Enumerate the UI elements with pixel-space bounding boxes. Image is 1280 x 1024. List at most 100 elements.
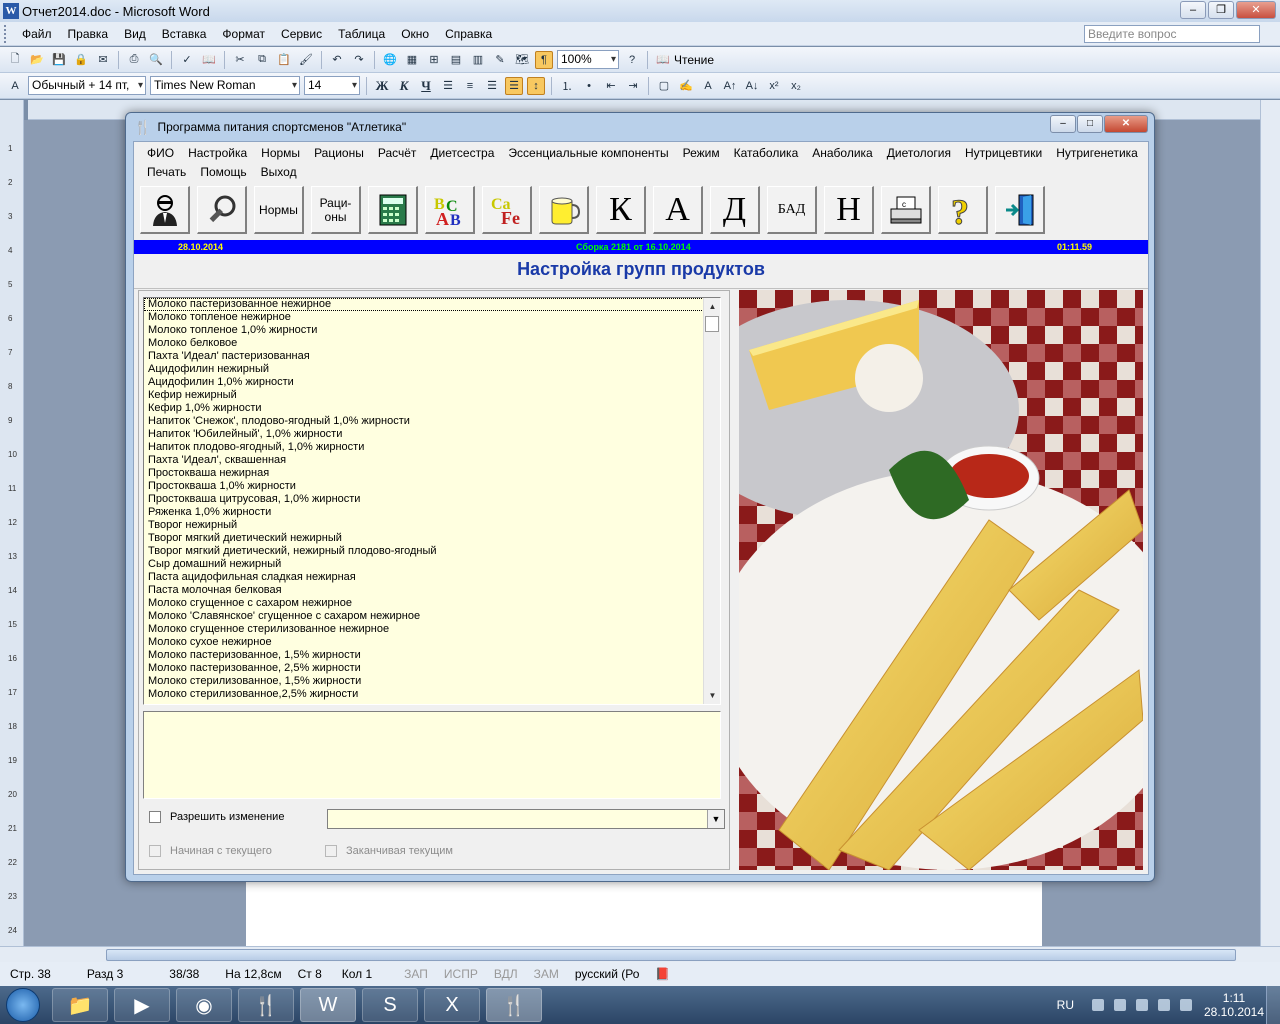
menu-anabolics[interactable]: Анаболика [805,144,879,163]
columns-icon[interactable]: ▥ [469,51,487,69]
menu-insert[interactable]: Вставка [154,27,215,41]
product-list-item[interactable]: Творог нежирный [144,519,704,532]
nutrigenetics-n-button[interactable]: Н [824,186,874,234]
status-ext[interactable]: ВДЛ [494,967,518,981]
rations-button[interactable]: Раци- оны [311,186,361,234]
drinks-button[interactable] [539,186,589,234]
menu-table[interactable]: Таблица [330,27,393,41]
product-list-item[interactable]: Молоко пастеризованное, 1,5% жирности [144,649,704,662]
menu-window[interactable]: Окно [393,27,437,41]
permission-icon[interactable]: 🔒 [72,51,90,69]
word-app-icon[interactable]: W [3,3,19,19]
style-combo[interactable]: Обычный + 14 пт, [28,76,146,95]
menu-nutraceuticals[interactable]: Нутрицевтики [958,144,1049,163]
paste-icon[interactable]: 📋 [275,51,293,69]
explorer-taskbar-icon[interactable]: 📁 [52,988,108,1022]
print-preview-icon[interactable]: 🔍 [147,51,165,69]
menu-dietitian[interactable]: Диетсестра [423,144,501,163]
format-painter-icon[interactable]: 🖌 [297,51,315,69]
menu-settings[interactable]: Настройка [181,144,254,163]
bullets-icon[interactable]: • [580,77,598,95]
scroll-up-icon[interactable]: ▲ [704,298,720,315]
superscript-icon[interactable]: x² [765,77,783,95]
product-list-item[interactable]: Молоко сгущенное с сахаром нежирное [144,597,704,610]
grow-font-icon[interactable]: A↑ [721,77,739,95]
insert-excel-icon[interactable]: ▤ [447,51,465,69]
product-list-item[interactable]: Простокваша нежирная [144,467,704,480]
product-list-item[interactable]: Молоко пастеризованное нежирное [144,298,704,311]
close-button[interactable]: ✕ [1236,1,1276,19]
document-horizontal-scrollbar[interactable] [0,946,1280,962]
spelling-icon[interactable]: ✓ [178,51,196,69]
close-button[interactable]: ✕ [1104,115,1148,133]
calculator-button[interactable] [368,186,418,234]
dietology-d-button[interactable]: Д [710,186,760,234]
menu-regime[interactable]: Режим [676,144,727,163]
font-color-icon[interactable]: A [699,77,717,95]
highlight-icon[interactable]: ✍ [677,77,695,95]
open-icon[interactable]: 📂 [28,51,46,69]
product-list-item[interactable]: Пахта 'Идеал' пастеризованная [144,350,704,363]
minerals-button[interactable]: Ca Fe [482,186,532,234]
help-icon[interactable]: ? [623,51,641,69]
scroll-down-icon[interactable]: ▼ [704,687,720,704]
bold-button[interactable]: Ж [373,77,391,95]
show-formatting-icon[interactable]: ¶ [535,50,553,69]
print-icon[interactable]: ⎙ [125,51,143,69]
product-list-item[interactable]: Ацидофилин 1,0% жирности [144,376,704,389]
menu-view[interactable]: Вид [116,27,154,41]
align-right-icon[interactable]: ☰ [483,77,501,95]
to-current-checkbox[interactable]: Заканчивая текущим [325,845,453,857]
menu-essential-components[interactable]: Эссенциальные компоненты [501,144,675,163]
tray-volume-icon[interactable] [1180,999,1192,1011]
font-size-combo[interactable]: 14 [304,76,360,95]
zoom-combo[interactable]: 100% [557,50,619,69]
menu-dietology[interactable]: Диетология [880,144,958,163]
product-memo[interactable] [143,711,721,799]
insert-table-icon[interactable]: ⊞ [425,51,443,69]
tray-expand-icon[interactable] [1092,999,1104,1011]
menu-exit[interactable]: Выход [254,163,304,182]
product-list-item[interactable]: Молоко стерилизованное, 1,5% жирности [144,675,704,688]
menu-file[interactable]: Файл [14,27,60,41]
scroll-thumb[interactable] [705,316,719,332]
increase-indent-icon[interactable]: ⇥ [624,77,642,95]
justify-icon[interactable]: ☰ [505,76,523,95]
reading-button[interactable]: Чтение [674,53,714,67]
person-button[interactable] [140,186,190,234]
research-icon[interactable]: 📖 [200,51,218,69]
underline-button[interactable]: Ч [417,77,435,95]
skype-taskbar-icon[interactable]: S [362,988,418,1022]
document-vertical-scrollbar[interactable] [1260,100,1280,946]
hyperlink-icon[interactable]: 🌐 [381,51,399,69]
menu-tools[interactable]: Сервис [273,27,330,41]
ask-question-input[interactable]: Введите вопрос [1084,25,1260,43]
copy-icon[interactable]: ⧉ [253,51,271,69]
product-list-item[interactable]: Молоко белковое [144,337,704,350]
product-list-item[interactable]: Ряженка 1,0% жирности [144,506,704,519]
product-list-item[interactable]: Творог мягкий диетический, нежирный плод… [144,545,704,558]
allow-change-checkbox[interactable]: Разрешить изменение [149,811,284,823]
checkbox-box[interactable] [149,811,161,823]
menu-fio[interactable]: ФИО [140,144,181,163]
product-list-item[interactable]: Молоко стерилизованное,2,5% жирности [144,688,704,701]
line-spacing-icon[interactable]: ↕ [527,76,545,95]
athletica-taskbar-icon[interactable]: 🍴 [238,988,294,1022]
word-taskbar-icon[interactable]: W [300,988,356,1022]
checkbox-box[interactable] [149,845,161,857]
tray-app-icon[interactable] [1114,999,1126,1011]
product-list-item[interactable]: Ацидофилин нежирный [144,363,704,376]
new-document-icon[interactable]: 🗋 [6,51,24,69]
product-list-item[interactable]: Кефир нежирный [144,389,704,402]
menu-nutrigenetics[interactable]: Нутригенетика [1049,144,1145,163]
reading-layout-icon[interactable]: 📖 [654,51,672,69]
product-list-item[interactable]: Простокваша 1,0% жирности [144,480,704,493]
anabolics-a-button[interactable]: А [653,186,703,234]
restore-button[interactable]: ❐ [1208,1,1234,19]
menu-calculation[interactable]: Расчёт [371,144,424,163]
minimize-button[interactable]: – [1050,115,1076,133]
tray-action-center-icon[interactable] [1158,999,1170,1011]
menu-edit[interactable]: Правка [60,27,117,41]
align-left-icon[interactable]: ☰ [439,77,457,95]
menu-format[interactable]: Формат [214,27,273,41]
